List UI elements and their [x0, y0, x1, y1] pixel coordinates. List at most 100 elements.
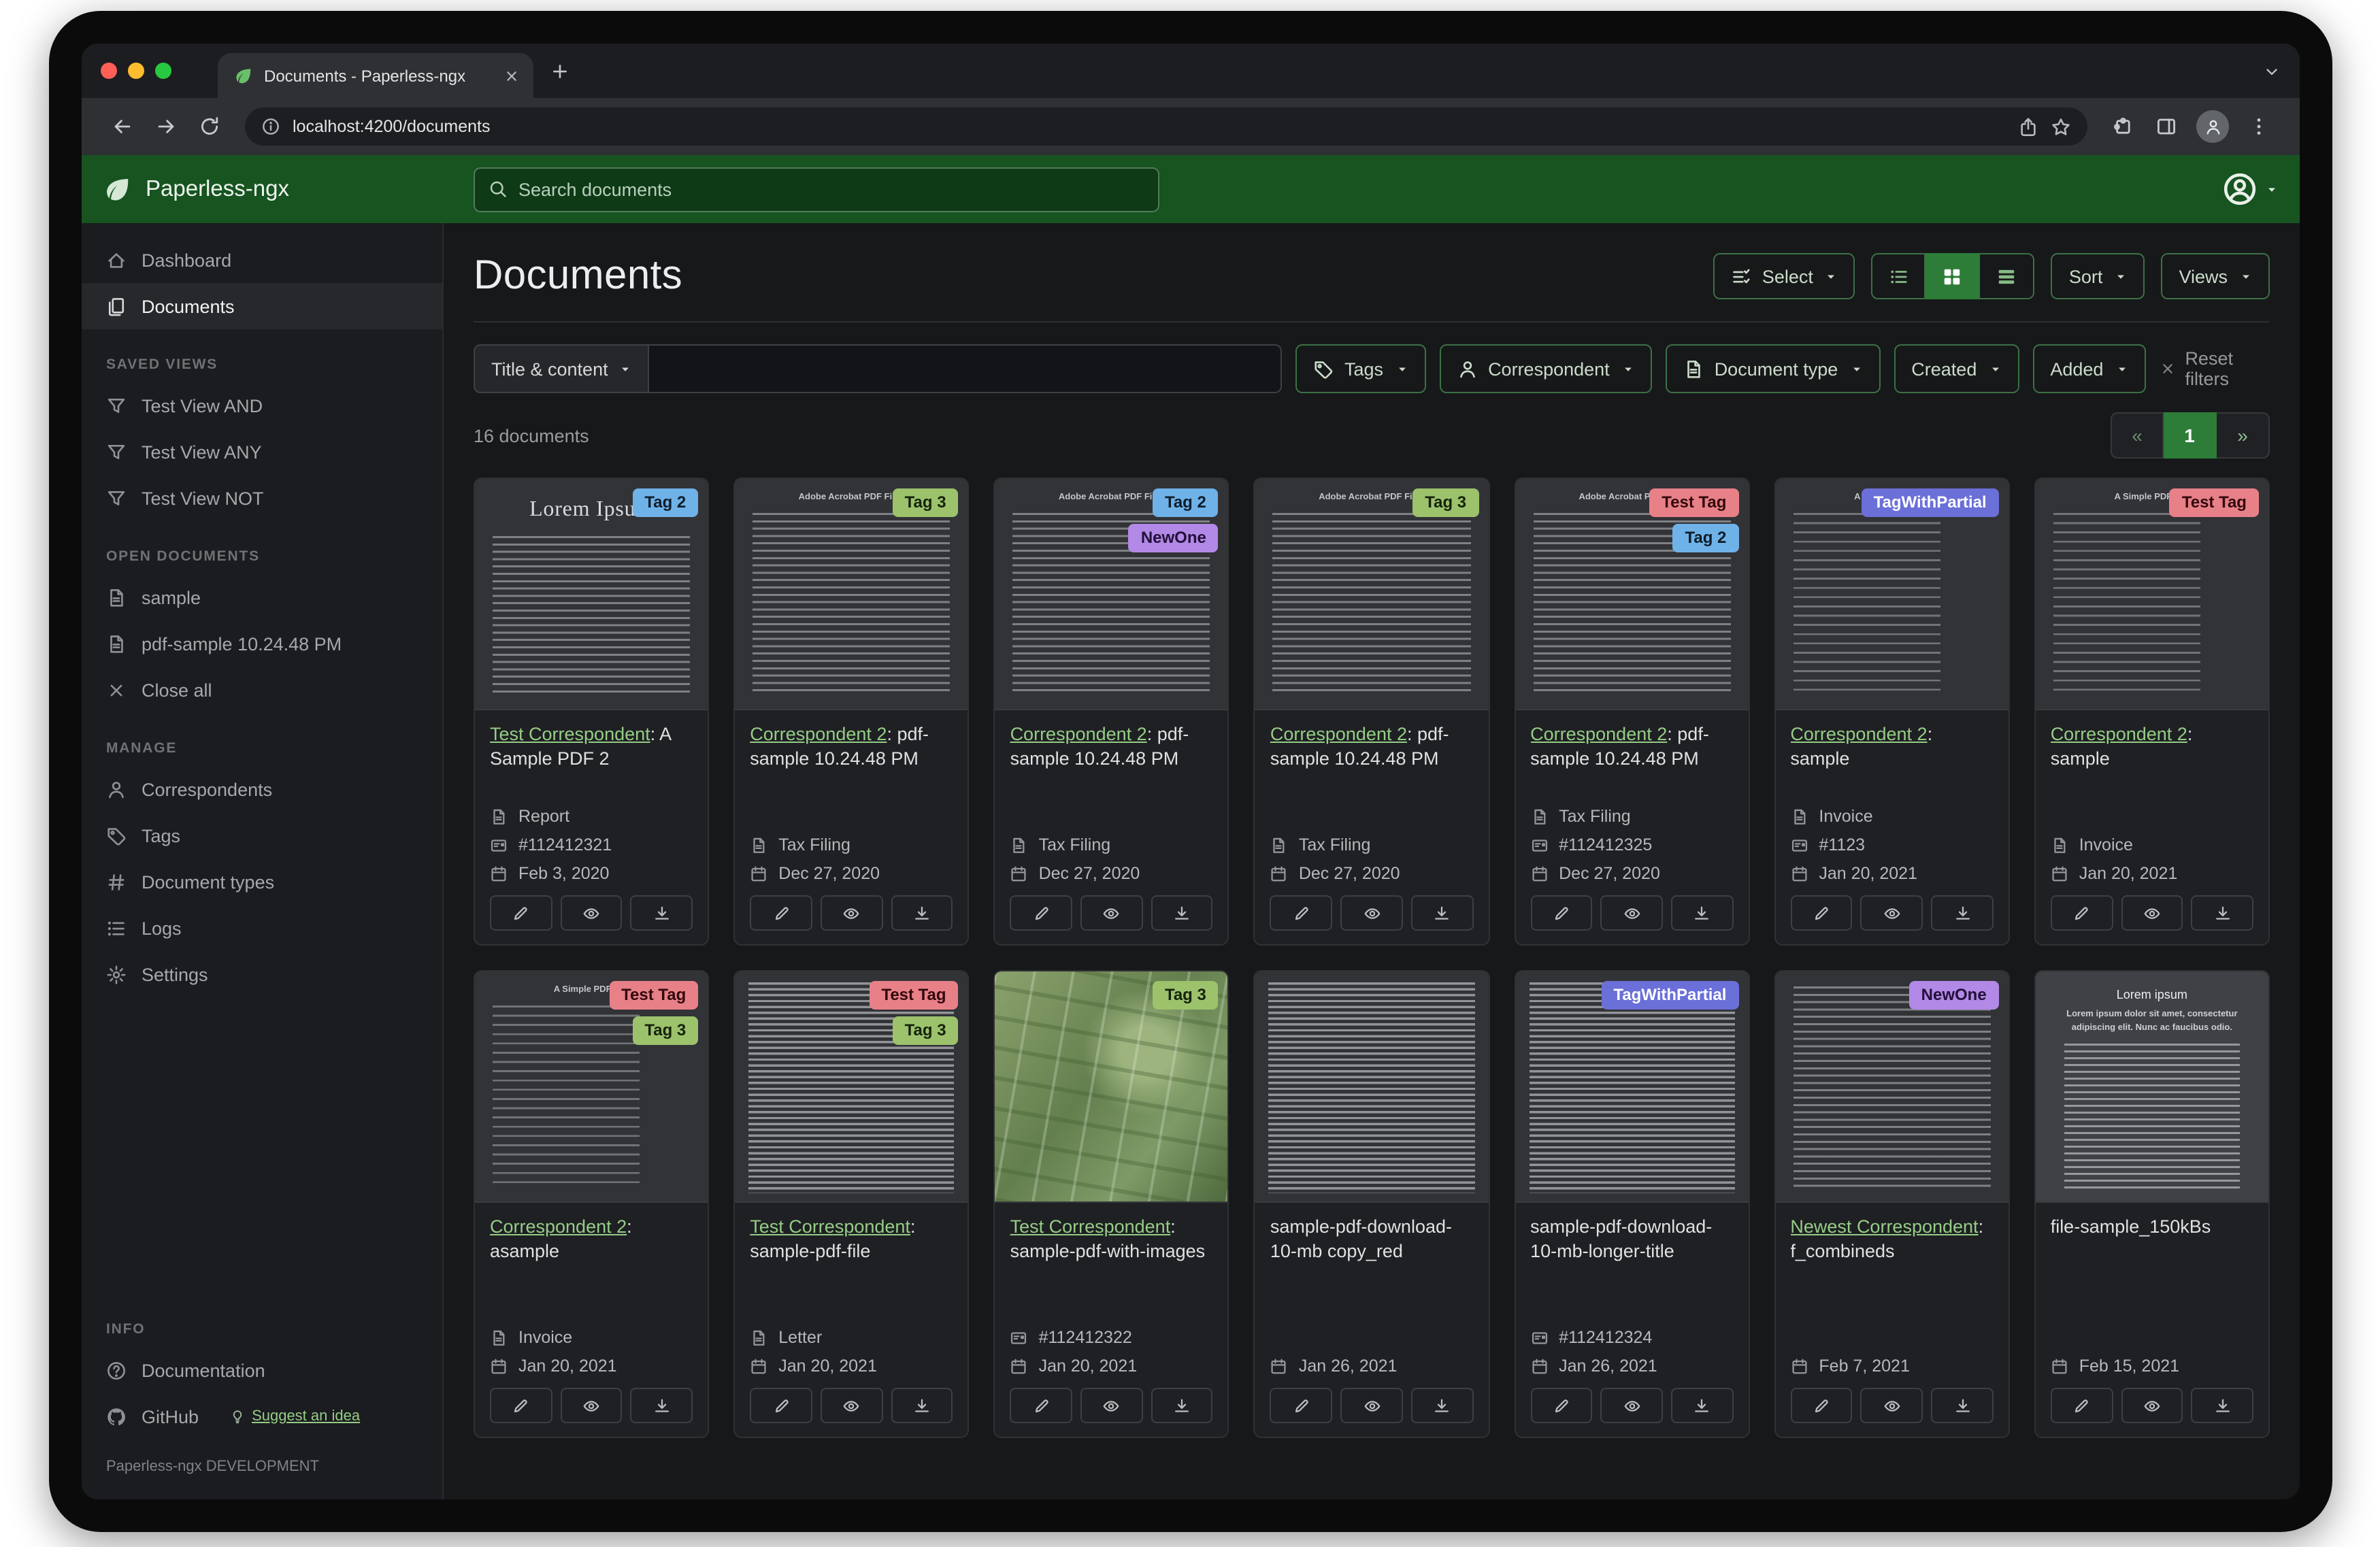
correspondent-link[interactable]: Test Correspondent: [750, 1216, 910, 1237]
browser-tab[interactable]: Documents - Paperless-ngx: [218, 53, 533, 98]
browser-menu-kebab-icon[interactable]: [2248, 116, 2270, 137]
sidebar-item-sample[interactable]: sample: [82, 574, 442, 620]
bookmark-star-icon[interactable]: [2051, 116, 2071, 137]
tag-badge[interactable]: Tag 3: [1153, 981, 1219, 1010]
edit-button[interactable]: [1530, 1388, 1592, 1423]
address-bar[interactable]: localhost:4200/documents: [245, 107, 2087, 146]
document-title[interactable]: Test Correspondent: sample-pdf-with-imag…: [1010, 1215, 1213, 1265]
browser-profile-avatar[interactable]: [2196, 110, 2229, 143]
filter-query-input[interactable]: [649, 344, 1282, 393]
download-button[interactable]: [2192, 1388, 2253, 1423]
sidebar-item-github[interactable]: GitHub Suggest an idea: [82, 1393, 442, 1440]
sidebar-item-test-view-and[interactable]: Test View AND: [82, 382, 442, 429]
edit-button[interactable]: [750, 895, 812, 931]
tag-badge[interactable]: NewOne: [1129, 524, 1219, 552]
share-icon[interactable]: [2018, 116, 2038, 137]
document-title[interactable]: Correspondent 2: pdf-sample 10.24.48 PM: [1530, 722, 1733, 772]
filter-added-button[interactable]: Added: [2032, 344, 2145, 393]
tag-badge[interactable]: TagWithPartial: [1862, 488, 1999, 517]
edit-button[interactable]: [490, 895, 552, 931]
correspondent-link[interactable]: Test Correspondent: [490, 724, 650, 744]
document-thumbnail[interactable]: Adobe Acrobat PDF Files Test TagTag 2: [1515, 479, 1748, 710]
views-button[interactable]: Views: [2161, 253, 2270, 299]
sidebar-item-document-types[interactable]: Document types: [82, 859, 442, 905]
document-thumbnail[interactable]: Adobe Acrobat PDF Files Tag 3: [735, 479, 968, 710]
document-title[interactable]: file-sample_150kBs: [2051, 1215, 2253, 1240]
filter-field-selector[interactable]: Title & content: [474, 344, 649, 393]
document-title[interactable]: Test Correspondent: A Sample PDF 2: [490, 722, 693, 772]
preview-button[interactable]: [1601, 1388, 1663, 1423]
edit-button[interactable]: [490, 1388, 552, 1423]
download-button[interactable]: [1671, 895, 1733, 931]
correspondent-link[interactable]: Correspondent 2: [490, 1216, 627, 1237]
preview-button[interactable]: [821, 1388, 882, 1423]
preview-button[interactable]: [1861, 895, 1923, 931]
back-icon[interactable]: [112, 116, 133, 137]
filter-created-button[interactable]: Created: [1894, 344, 2019, 393]
site-info-icon[interactable]: [261, 117, 280, 136]
correspondent-link[interactable]: Newest Correspondent: [1790, 1216, 1978, 1237]
tag-badge[interactable]: Test Tag: [2170, 488, 2259, 517]
download-button[interactable]: [631, 1388, 693, 1423]
document-title[interactable]: Newest Correspondent: f_combineds: [1790, 1215, 1993, 1265]
minimize-window-button[interactable]: [128, 63, 144, 79]
sidebar-item-test-view-any[interactable]: Test View ANY: [82, 429, 442, 475]
correspondent-link[interactable]: Correspondent 2: [2051, 724, 2187, 744]
tag-badge[interactable]: TagWithPartial: [1601, 981, 1738, 1010]
edit-button[interactable]: [1010, 1388, 1072, 1423]
document-title[interactable]: Correspondent 2: sample: [1790, 722, 1993, 772]
correspondent-link[interactable]: Correspondent 2: [1010, 724, 1147, 744]
document-thumbnail[interactable]: [1255, 971, 1488, 1203]
edit-button[interactable]: [1270, 1388, 1332, 1423]
view-mode-list-button[interactable]: [1872, 253, 1926, 299]
sidebar-item-test-view-not[interactable]: Test View NOT: [82, 475, 442, 521]
view-mode-grid-button[interactable]: [1926, 253, 1981, 299]
edit-button[interactable]: [1010, 895, 1072, 931]
filter-correspondent-button[interactable]: Correspondent: [1439, 344, 1652, 393]
preview-button[interactable]: [2121, 1388, 2183, 1423]
download-button[interactable]: [891, 895, 953, 931]
zoom-window-button[interactable]: [155, 63, 171, 79]
view-mode-details-button[interactable]: [1981, 253, 2035, 299]
filter-document-type-button[interactable]: Document type: [1666, 344, 1881, 393]
document-thumbnail[interactable]: Test TagTag 3: [735, 971, 968, 1203]
tag-badge[interactable]: NewOne: [1909, 981, 1999, 1010]
correspondent-link[interactable]: Correspondent 2: [1530, 724, 1667, 744]
edit-button[interactable]: [2051, 1388, 2113, 1423]
preview-button[interactable]: [560, 895, 622, 931]
download-button[interactable]: [631, 895, 693, 931]
select-button[interactable]: Select: [1713, 253, 1855, 299]
filter-tags-button[interactable]: Tags: [1295, 344, 1425, 393]
pagination-page-1[interactable]: 1: [2164, 412, 2217, 459]
document-title[interactable]: Test Correspondent: sample-pdf-file: [750, 1215, 953, 1265]
global-search[interactable]: [474, 167, 1159, 212]
download-button[interactable]: [1931, 1388, 1993, 1423]
edit-button[interactable]: [750, 1388, 812, 1423]
download-button[interactable]: [1151, 895, 1212, 931]
preview-button[interactable]: [1861, 1388, 1923, 1423]
reset-filters-button[interactable]: Reset filters: [2159, 348, 2270, 389]
document-thumbnail[interactable]: NewOne: [1775, 971, 2008, 1203]
tag-badge[interactable]: Test Tag: [609, 981, 698, 1010]
edit-button[interactable]: [1270, 895, 1332, 931]
extensions-puzzle-icon[interactable]: [2112, 116, 2134, 137]
preview-button[interactable]: [1340, 895, 1402, 931]
correspondent-link[interactable]: Correspondent 2: [1270, 724, 1407, 744]
forward-icon[interactable]: [155, 116, 177, 137]
sidebar-item-tags[interactable]: Tags: [82, 812, 442, 859]
sidebar-item-pdf-sample-10-24-48-pm[interactable]: pdf-sample 10.24.48 PM: [82, 620, 442, 667]
reload-icon[interactable]: [199, 116, 220, 137]
edit-button[interactable]: [2051, 895, 2113, 931]
document-thumbnail[interactable]: Adobe Acrobat PDF Files Tag 2NewOne: [995, 479, 1228, 710]
sort-button[interactable]: Sort: [2051, 253, 2145, 299]
tab-close-icon[interactable]: [503, 67, 520, 84]
pagination-prev[interactable]: «: [2111, 412, 2164, 459]
close-window-button[interactable]: [101, 63, 117, 79]
preview-button[interactable]: [2121, 895, 2183, 931]
sidebar-item-logs[interactable]: Logs: [82, 905, 442, 951]
sidebar-item-documents[interactable]: Documents: [82, 283, 442, 329]
download-button[interactable]: [1931, 895, 1993, 931]
side-panel-icon[interactable]: [2155, 116, 2177, 137]
edit-button[interactable]: [1790, 895, 1852, 931]
document-title[interactable]: Correspondent 2: sample: [2051, 722, 2253, 772]
